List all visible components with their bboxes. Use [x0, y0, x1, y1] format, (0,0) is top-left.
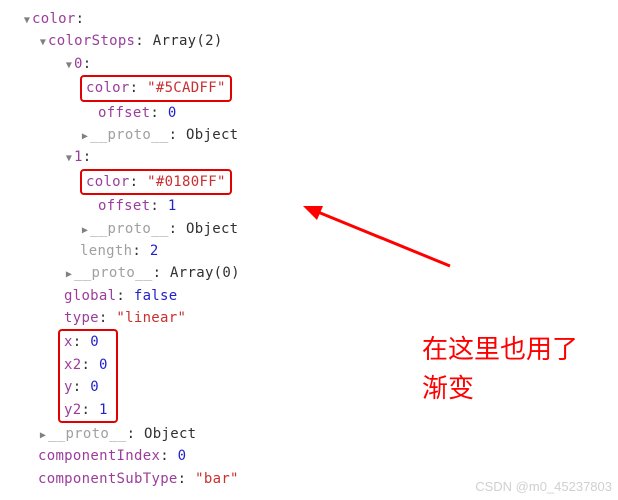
highlight-box-coords: x: 0 x2: 0 y: 0 y2: 1 [58, 329, 118, 423]
tree-row-color[interactable]: ▼color: [8, 8, 618, 30]
prop-key: __proto__ [74, 265, 153, 281]
tree-row-offset1[interactable]: offset: 1 [8, 195, 618, 217]
tree-row-y2[interactable]: y2: 1 [64, 399, 108, 421]
prop-key: type [64, 310, 99, 326]
tree-row-proto-arr[interactable]: ▶__proto__: Array(0) [8, 262, 618, 284]
prop-val: false [134, 288, 178, 304]
prop-key: global [64, 288, 116, 304]
prop-val: Object [186, 221, 238, 237]
tree-row-colorstops[interactable]: ▼colorStops: Array(2) [8, 30, 618, 52]
annotation-text: 在这里也用了 渐变 [422, 330, 578, 408]
prop-key: 1 [74, 149, 83, 165]
prop-val: Object [186, 127, 238, 143]
prop-key: color [32, 11, 76, 27]
chevron-right-icon: ▶ [80, 129, 90, 145]
tree-row-x2[interactable]: x2: 0 [64, 354, 108, 376]
tree-row-length[interactable]: length: 2 [8, 240, 618, 262]
highlight-box: color: "#5CADFF" [80, 75, 232, 101]
tree-row-type[interactable]: type: "linear" [8, 307, 618, 329]
chevron-down-icon: ▼ [64, 58, 74, 74]
prop-val: 0 [90, 379, 99, 395]
prop-key: componentSubType [38, 471, 178, 487]
prop-val: 0 [90, 334, 99, 350]
prop-key: offset [98, 198, 150, 214]
watermark-text: CSDN @m0_45237803 [475, 477, 612, 498]
prop-key: offset [98, 105, 150, 121]
prop-key: color [86, 174, 130, 190]
chevron-down-icon: ▼ [22, 13, 32, 29]
prop-val: 1 [168, 198, 177, 214]
prop-val: 0 [168, 105, 177, 121]
chevron-right-icon: ▶ [38, 428, 48, 444]
tree-row-proto-obj[interactable]: ▶__proto__: Object [8, 423, 618, 445]
tree-row-proto1[interactable]: ▶__proto__: Object [8, 218, 618, 240]
prop-key: color [86, 80, 130, 96]
prop-key: colorStops [48, 33, 135, 49]
tree-row-componentindex[interactable]: componentIndex: 0 [8, 445, 618, 467]
tree-row-y[interactable]: y: 0 [64, 376, 108, 398]
prop-val: 0 [178, 448, 187, 464]
tree-row-offset0[interactable]: offset: 0 [8, 102, 618, 124]
tree-row-color0[interactable]: color: "#5CADFF" [8, 75, 618, 101]
prop-key: length [80, 243, 132, 259]
prop-key: y2 [64, 402, 81, 418]
prop-key: x2 [64, 357, 81, 373]
tree-row-index1[interactable]: ▼1: [8, 146, 618, 168]
prop-val: Array(0) [170, 265, 240, 281]
prop-val: "#0180FF" [147, 174, 226, 190]
prop-key: __proto__ [90, 127, 169, 143]
prop-val: 0 [99, 357, 108, 373]
prop-key: x [64, 334, 73, 350]
chevron-down-icon: ▼ [38, 35, 48, 51]
tree-row-global[interactable]: global: false [8, 285, 618, 307]
prop-val: 1 [99, 402, 108, 418]
highlight-box: color: "#0180FF" [80, 169, 232, 195]
chevron-down-icon: ▼ [64, 151, 74, 167]
prop-val: "bar" [195, 471, 239, 487]
prop-key: componentIndex [38, 448, 160, 464]
prop-val: "#5CADFF" [147, 80, 226, 96]
prop-key: __proto__ [90, 221, 169, 237]
prop-val: "linear" [116, 310, 186, 326]
prop-val: Array(2) [153, 33, 223, 49]
annotation-line2: 渐变 [422, 369, 578, 408]
prop-key: y [64, 379, 73, 395]
chevron-right-icon: ▶ [64, 267, 74, 283]
annotation-line1: 在这里也用了 [422, 330, 578, 369]
tree-row-index0[interactable]: ▼0: [8, 53, 618, 75]
prop-key: 0 [74, 56, 83, 72]
tree-row-color1[interactable]: color: "#0180FF" [8, 169, 618, 195]
tree-row-proto0[interactable]: ▶__proto__: Object [8, 124, 618, 146]
prop-key: __proto__ [48, 426, 127, 442]
prop-val: Object [144, 426, 196, 442]
chevron-right-icon: ▶ [80, 223, 90, 239]
tree-row-x[interactable]: x: 0 [64, 331, 108, 353]
prop-val: 2 [150, 243, 159, 259]
